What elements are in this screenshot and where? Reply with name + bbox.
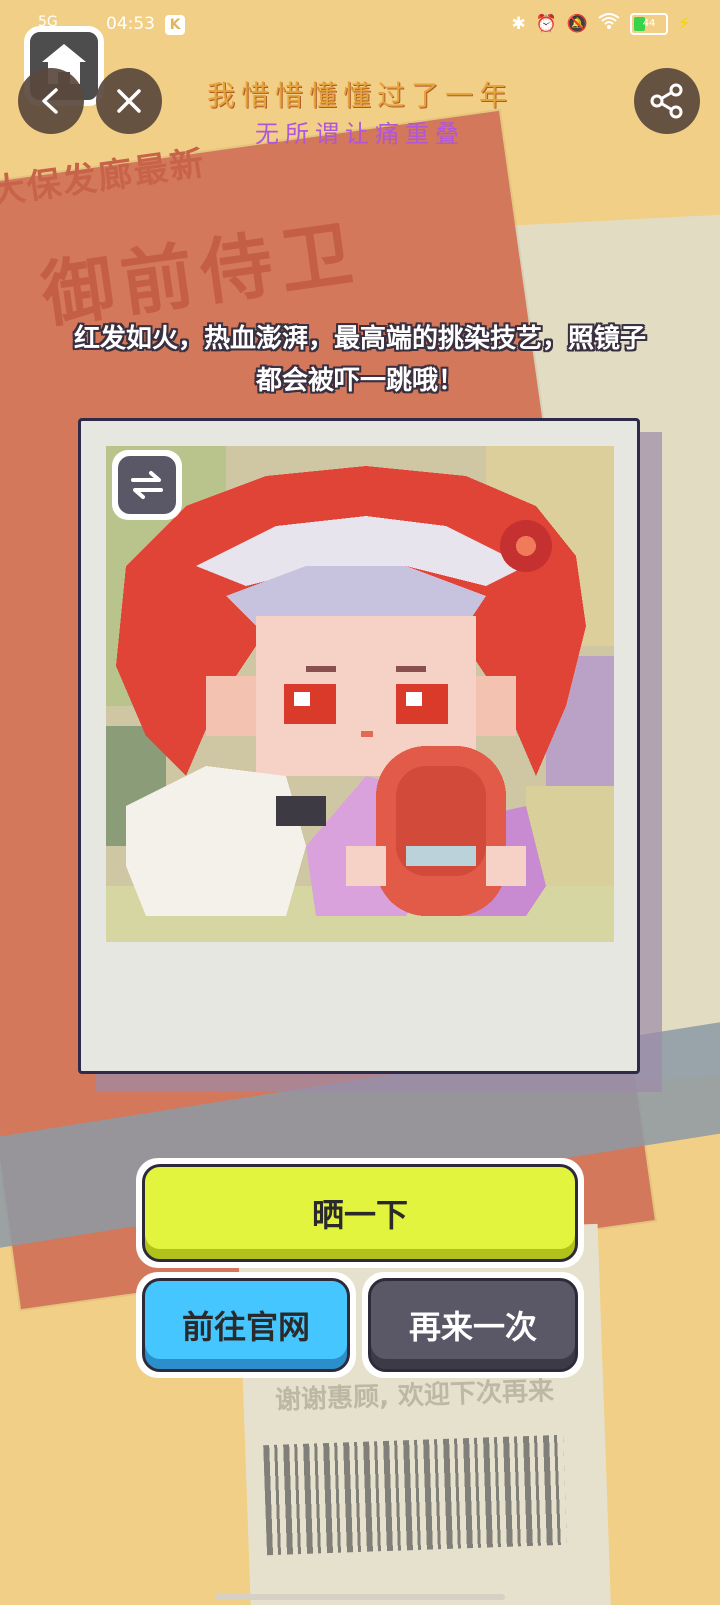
official-site-button-frame: 前往官网 bbox=[136, 1272, 356, 1378]
battery-text: 44 bbox=[642, 17, 656, 29]
status-time: 04:53 bbox=[106, 14, 155, 34]
share-button-label: 晒一下 bbox=[311, 1196, 408, 1234]
status-bar: 5G 04:53 K ✱ ⏰ 🔕 44 ⚡ bbox=[0, 0, 720, 54]
official-site-button[interactable]: 前往官网 bbox=[142, 1278, 350, 1372]
battery-icon: 44 bbox=[630, 12, 669, 35]
official-site-button-label: 前往官网 bbox=[181, 1308, 310, 1346]
retry-button-frame: 再来一次 bbox=[362, 1272, 584, 1378]
lyric-line-2: 无所谓让痛重叠 bbox=[255, 120, 465, 148]
barcode bbox=[263, 1434, 567, 1556]
retry-button-label: 再来一次 bbox=[408, 1308, 537, 1346]
app-k-icon: K bbox=[165, 15, 185, 35]
swap-arrows-icon bbox=[118, 456, 176, 514]
result-description: 红发如火，热血澎湃，最高端的挑染技艺，照镜子都会被吓一跳哦！ bbox=[73, 324, 646, 396]
alarm-icon: ⏰ bbox=[535, 13, 557, 34]
character-portrait bbox=[106, 446, 614, 942]
gesture-bar bbox=[215, 1594, 505, 1600]
share-button-frame: 晒一下 bbox=[136, 1158, 584, 1268]
charging-icon: ⚡ bbox=[678, 13, 690, 34]
wifi-icon bbox=[598, 12, 620, 35]
mute-icon: 🔕 bbox=[566, 13, 589, 34]
switch-image-button[interactable] bbox=[112, 450, 182, 520]
status-icons: ✱ ⏰ 🔕 44 ⚡ bbox=[511, 12, 690, 35]
share-button[interactable]: 晒一下 bbox=[142, 1164, 578, 1262]
bluetooth-icon: ✱ bbox=[511, 13, 526, 34]
retry-button[interactable]: 再来一次 bbox=[368, 1278, 578, 1372]
lyric-line-1: 我惜惜懂懂过了一年 bbox=[206, 79, 513, 112]
